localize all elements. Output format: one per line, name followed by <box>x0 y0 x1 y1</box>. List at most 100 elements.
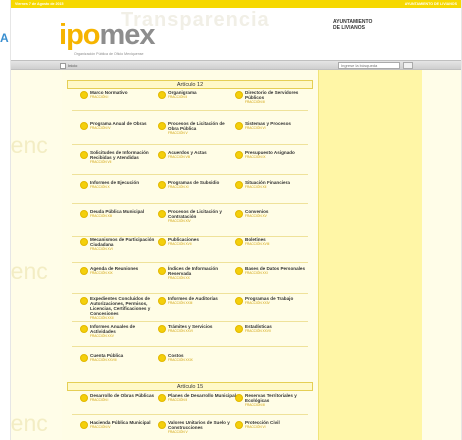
fraction-item[interactable]: Mecanismos de Participación Ciudadana FRA… <box>80 237 158 251</box>
bullet-icon <box>158 151 166 159</box>
fraction-item[interactable]: Boletines FRACCIÓN XVIII <box>235 237 313 246</box>
fraction-item[interactable]: Procesos de Licitación de Obra Pública FR… <box>158 121 236 135</box>
bullet-icon <box>158 181 166 189</box>
item-label: Mecanismos de Participación Ciudadana <box>90 237 155 247</box>
item-sub: FRACCIÓN X <box>90 185 110 189</box>
toolbar: Inicio <box>11 60 461 76</box>
home-button[interactable]: Inicio <box>60 62 77 69</box>
bullet-icon <box>158 297 166 305</box>
divider <box>72 174 308 175</box>
fraction-item[interactable]: Informes Anuales de Actividades FRACCIÓN … <box>80 324 158 338</box>
item-label: Informes Anuales de Actividades <box>90 324 136 334</box>
bg-word: renc <box>11 410 48 436</box>
fraction-item[interactable]: Expedientes Concluidos de Autorizaciones… <box>80 296 158 320</box>
section-title-articulo-12: Artículo 12 <box>67 80 313 89</box>
search-input[interactable] <box>338 62 400 69</box>
bullet-icon <box>235 297 243 305</box>
fraction-item[interactable]: Informes de Auditorías FRACCIÓN XXIII <box>158 296 236 305</box>
fraction-item[interactable]: Trámites y Servicios FRACCIÓN XXVI <box>158 324 236 333</box>
fraction-item[interactable]: Publicaciones FRACCIÓN XVII <box>158 237 236 246</box>
fraction-item[interactable]: Bases de Datos Personales FRACCIÓN XXI <box>235 266 313 275</box>
fraction-item[interactable]: Cuenta Pública FRACCIÓN XXVIII <box>80 353 158 362</box>
fraction-item[interactable]: Presupuesto Asignado FRACCIÓN IX <box>235 150 313 159</box>
fraction-item[interactable]: Situación Financiera FRACCIÓN XII <box>235 180 313 189</box>
fraction-item[interactable]: Agenda de Reuniones FRACCIÓN XIX <box>80 266 158 275</box>
fraction-item[interactable]: Deuda Pública Municipal FRACCIÓN XIII <box>80 209 158 218</box>
bullet-icon <box>235 210 243 218</box>
logo-po: po <box>66 19 100 51</box>
item-sub: FRACCIÓN XV <box>245 214 267 218</box>
divider <box>72 262 308 263</box>
bullet-icon <box>80 151 88 159</box>
fraction-item[interactable]: Protección Civil FRACCIÓN VI <box>235 420 313 429</box>
fraction-item[interactable]: Programas de Subsidio FRACCIÓN XI <box>158 180 236 189</box>
divider <box>72 203 308 204</box>
divider <box>72 144 308 145</box>
item-sub: FRACCIÓN XI <box>168 185 189 189</box>
fraction-item[interactable]: Sistemas y Procesos FRACCIÓN VI <box>235 121 313 130</box>
item-sub: FRACCIÓN XXVII <box>245 329 271 333</box>
bullet-icon <box>80 297 88 305</box>
home-label: Inicio <box>68 63 78 68</box>
fraction-item[interactable]: Procesos de Licitación y Contratación FRA… <box>158 209 236 223</box>
bullet-icon <box>235 421 243 429</box>
site-header: Transparencia ipomex Organización Públic… <box>11 8 461 60</box>
item-sub: FRACCIÓN XIII <box>90 214 113 218</box>
ipomex-logo[interactable]: ipomex <box>59 19 156 51</box>
search-button[interactable] <box>403 62 413 76</box>
bullet-icon <box>80 354 88 362</box>
fraction-item[interactable]: Índices de Información Reservada FRACCIÓN… <box>158 266 236 280</box>
section-title-articulo-15: Artículo 15 <box>67 382 313 391</box>
fraction-item[interactable]: Valores Unitarios de Suelo y Construccio… <box>158 420 236 434</box>
item-sub: FRACCIÓN XIX <box>90 271 113 275</box>
fraction-item[interactable]: Marco Normativo FRACCIÓN I <box>80 90 158 99</box>
fraction-item[interactable]: Costos FRACCIÓN XXIX <box>158 353 236 362</box>
fraction-item[interactable]: Desarrollo de Obras Públicas FRACCIÓN I <box>80 393 158 402</box>
bullet-icon <box>80 210 88 218</box>
fraction-item[interactable]: Programas de Trabajo FRACCIÓN XXIV <box>235 296 313 305</box>
bullet-icon <box>158 91 166 99</box>
item-sub: FRACCIÓN XVII <box>168 242 192 246</box>
item-label: Procesos de Licitación de Obra Pública <box>168 121 225 131</box>
fraction-item[interactable]: Convenios FRACCIÓN XV <box>235 209 313 218</box>
item-sub: FRACCIÓN V <box>168 131 188 135</box>
bullet-icon <box>235 238 243 246</box>
bullet-icon <box>80 421 88 429</box>
bullet-icon <box>80 122 88 130</box>
bullet-icon <box>235 325 243 333</box>
fraction-item[interactable]: Acuerdos y Actas FRACCIÓN VIII <box>158 150 236 159</box>
fraction-item[interactable]: Estadísticas FRACCIÓN XXVII <box>235 324 313 333</box>
fraction-item[interactable]: Directorio de Servidores Públicos FRACCIÓ… <box>235 90 313 104</box>
fraction-item[interactable]: Reservas Territoriales y Ecológicas FRACC… <box>235 393 313 407</box>
ayuntamiento-label: AYUNTAMIENTO DE LIVIANOS <box>333 19 373 31</box>
fraction-item[interactable]: Hacienda Pública Municipal FRACCIÓN IV <box>80 420 158 429</box>
fraction-item[interactable]: Solicitudes de Información Recibidas y A… <box>80 150 158 164</box>
bullet-icon <box>158 210 166 218</box>
side-glyph: A <box>0 31 9 45</box>
bullet-icon <box>80 91 88 99</box>
item-label: Solicitudes de Información Recibidas y A… <box>90 150 149 160</box>
item-sub: FRACCIÓN I <box>90 95 109 99</box>
item-sub: FRACCIÓN XXVIII <box>90 358 117 362</box>
item-sub: FRACCIÓN III <box>245 403 266 407</box>
bullet-icon <box>158 325 166 333</box>
bullet-icon <box>158 354 166 362</box>
fraction-item[interactable]: Informes de Ejecución FRACCIÓN X <box>80 180 158 189</box>
item-sub: FRACCIÓN III <box>245 100 266 104</box>
fraction-item[interactable]: Organigrama FRACCIÓN II <box>158 90 236 99</box>
fraction-item[interactable]: Planes de Desarrollo Municipal FRACCIÓN I… <box>158 393 236 402</box>
bg-word: renc <box>11 258 48 284</box>
item-sub: FRACCIÓN XXVI <box>168 329 193 333</box>
main-panel: Artículo 12 Marco Normativo FRACCIÓN I Or… <box>62 70 318 440</box>
logo-mex: mex <box>99 19 156 51</box>
item-sub: FRACCIÓN VIII <box>168 155 191 159</box>
bullet-icon <box>80 394 88 402</box>
item-label: Procesos de Licitación y Contratación <box>168 209 222 219</box>
fraction-item[interactable]: Programa Anual de Obras FRACCIÓN IV <box>80 121 158 130</box>
item-sub: FRACCIÓN XXIII <box>168 301 193 305</box>
bullet-icon <box>235 181 243 189</box>
item-label: Valores Unitarios de Suelo y Construccio… <box>168 420 230 430</box>
right-margin <box>422 70 461 440</box>
item-sub: FRACCIÓN XII <box>245 185 267 189</box>
item-label: Reservas Territoriales y Ecológicas <box>245 393 297 403</box>
